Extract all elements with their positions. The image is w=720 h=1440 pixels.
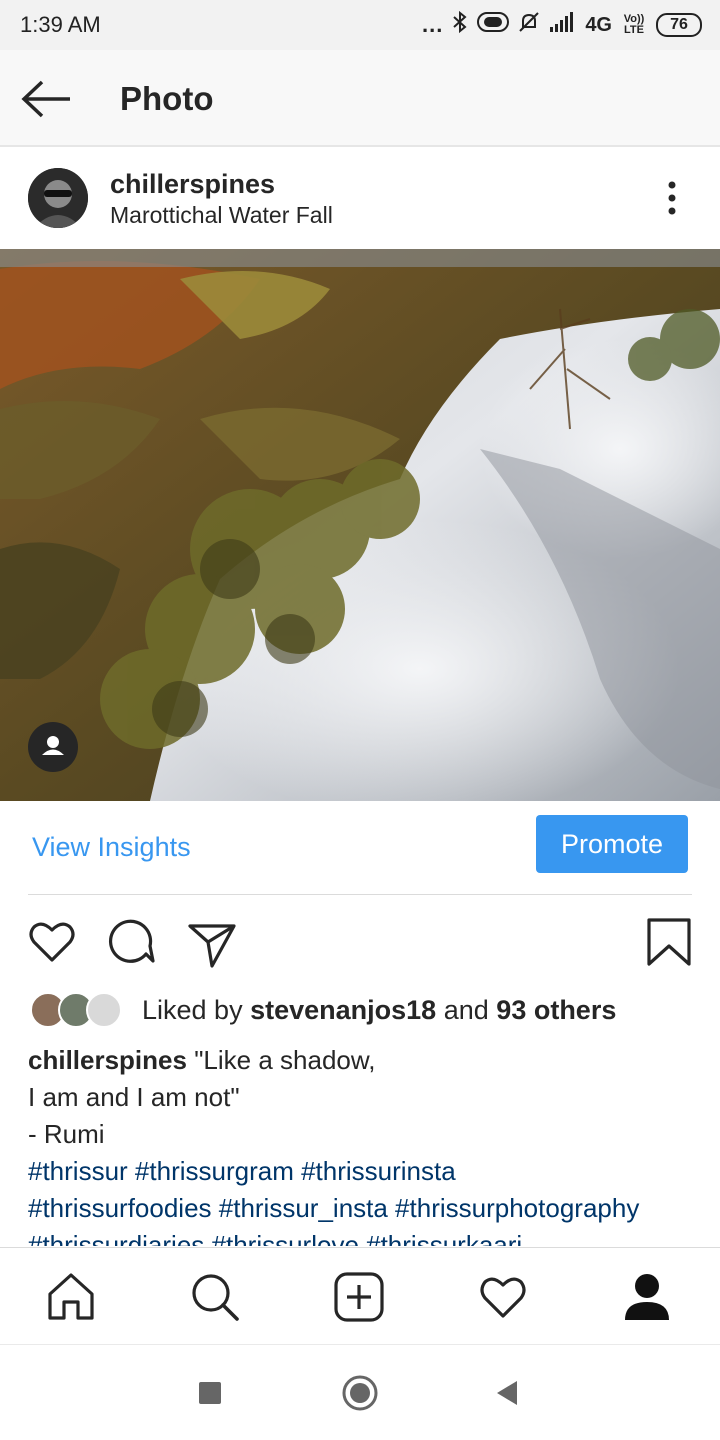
promote-button[interactable]: Promote xyxy=(536,815,688,873)
likes-others[interactable]: 93 others xyxy=(496,995,616,1025)
post-actions xyxy=(0,910,720,974)
like-button[interactable] xyxy=(26,916,78,968)
toggle-icon xyxy=(477,11,510,39)
hashtags-line3[interactable]: #thrissurdiaries #thrissurlove #thrissur… xyxy=(28,1227,708,1246)
battery-level: 76 xyxy=(656,13,702,37)
home-icon xyxy=(48,1273,94,1320)
nav-home[interactable] xyxy=(44,1270,98,1324)
nav-profile[interactable] xyxy=(620,1270,674,1324)
post-photo[interactable] xyxy=(0,249,720,801)
post-username[interactable]: chillerspines xyxy=(110,169,275,200)
profile-icon xyxy=(625,1274,669,1320)
search-icon xyxy=(192,1274,239,1321)
bookmark-icon xyxy=(647,918,691,966)
likes-user[interactable]: stevenanjos18 xyxy=(250,995,436,1025)
caption-line1: "Like a shadow, xyxy=(194,1045,376,1075)
heart-outline-icon xyxy=(29,922,75,962)
activity-heart-icon xyxy=(480,1277,526,1318)
likes-row: Liked by stevenanjos18 and 93 others xyxy=(30,990,700,1032)
notification-dots: ... xyxy=(421,12,444,37)
system-back-button[interactable] xyxy=(488,1373,528,1413)
recents-square-icon xyxy=(199,1382,221,1404)
post-image xyxy=(0,249,720,801)
insights-row: View Insights Promote xyxy=(0,801,720,895)
page-title: Photo xyxy=(120,80,214,117)
likes-text[interactable]: Liked by stevenanjos18 and 93 others xyxy=(142,995,616,1026)
system-nav-bar xyxy=(0,1344,720,1440)
volte-indicator: Vo)) LTE xyxy=(623,13,645,36)
bluetooth-icon xyxy=(451,10,469,40)
back-button[interactable] xyxy=(18,74,78,124)
post-caption: chillerspines "Like a shadow, I am and I… xyxy=(28,1042,708,1246)
more-options-button[interactable] xyxy=(656,179,688,219)
post-location[interactable]: Marottichal Water Fall xyxy=(110,202,333,229)
signal-icon xyxy=(549,11,577,39)
status-icons: ... 4G Vo)) LTE 76 xyxy=(422,10,702,40)
mute-bell-icon xyxy=(517,10,541,40)
comment-button[interactable] xyxy=(106,916,158,968)
liker-avatars[interactable] xyxy=(30,992,130,1030)
caption-username[interactable]: chillerspines xyxy=(28,1045,187,1075)
tagged-people-button[interactable] xyxy=(28,722,78,772)
person-icon xyxy=(42,736,64,755)
paper-plane-icon xyxy=(188,924,236,968)
liker-avatar xyxy=(86,992,122,1028)
caption-line3: - Rumi xyxy=(28,1119,105,1149)
post-header: chillerspines Marottichal Water Fall xyxy=(0,149,720,249)
hashtags-line2[interactable]: #thrissurfoodies #thrissur_insta #thriss… xyxy=(28,1190,708,1227)
more-vertical-icon xyxy=(668,181,676,215)
nav-activity[interactable] xyxy=(476,1270,530,1324)
arrow-left-icon xyxy=(21,80,70,118)
caption-line2: I am and I am not" xyxy=(28,1082,240,1112)
add-post-icon xyxy=(334,1272,384,1322)
nav-add-post[interactable] xyxy=(332,1270,386,1324)
likes-prefix: Liked by xyxy=(142,995,243,1025)
back-triangle-icon xyxy=(497,1381,517,1405)
save-button[interactable] xyxy=(644,916,696,968)
home-circle-icon xyxy=(342,1375,378,1411)
system-home-button[interactable] xyxy=(340,1373,380,1413)
bottom-nav xyxy=(0,1247,720,1344)
share-button[interactable] xyxy=(186,916,238,968)
app-header: Photo xyxy=(0,50,720,147)
avatar[interactable] xyxy=(28,168,88,228)
nav-search[interactable] xyxy=(188,1270,242,1324)
network-type: 4G xyxy=(585,13,612,36)
divider xyxy=(28,894,692,895)
hashtags-line1[interactable]: #thrissur #thrissurgram #thrissurinsta xyxy=(28,1153,708,1190)
view-insights-link[interactable]: View Insights xyxy=(32,832,191,863)
status-time: 1:39 AM xyxy=(20,12,101,37)
comment-icon xyxy=(109,919,155,963)
likes-middle: and xyxy=(443,995,489,1025)
system-recents-button[interactable] xyxy=(190,1373,230,1413)
status-bar: 1:39 AM ... 4G Vo)) LTE 76 xyxy=(0,0,720,50)
